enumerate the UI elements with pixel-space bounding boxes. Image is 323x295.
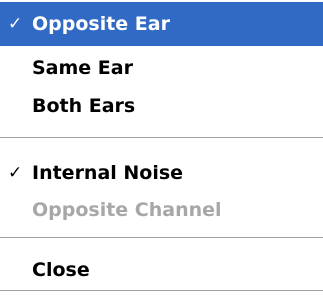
- menu-item-opposite-channel: Opposite Channel: [0, 188, 323, 232]
- menu-item-opposite-ear[interactable]: ✓ Opposite Ear: [0, 2, 323, 46]
- menu-item-label: Opposite Channel: [32, 199, 222, 221]
- menu-bottom-border: [0, 290, 323, 292]
- menu-item-label: Opposite Ear: [32, 13, 170, 35]
- menu-item-label: Both Ears: [32, 95, 136, 117]
- menu-item-both-ears[interactable]: Both Ears: [0, 84, 323, 128]
- menu-item-close[interactable]: Close: [0, 248, 323, 292]
- menu-separator: [0, 237, 323, 239]
- checkmark-icon: ✓: [8, 14, 23, 34]
- menu-item-label: Close: [32, 259, 90, 281]
- menu-separator: [0, 137, 323, 139]
- context-menu: ✓ Opposite Ear Same Ear Both Ears ✓ Inte…: [0, 0, 323, 295]
